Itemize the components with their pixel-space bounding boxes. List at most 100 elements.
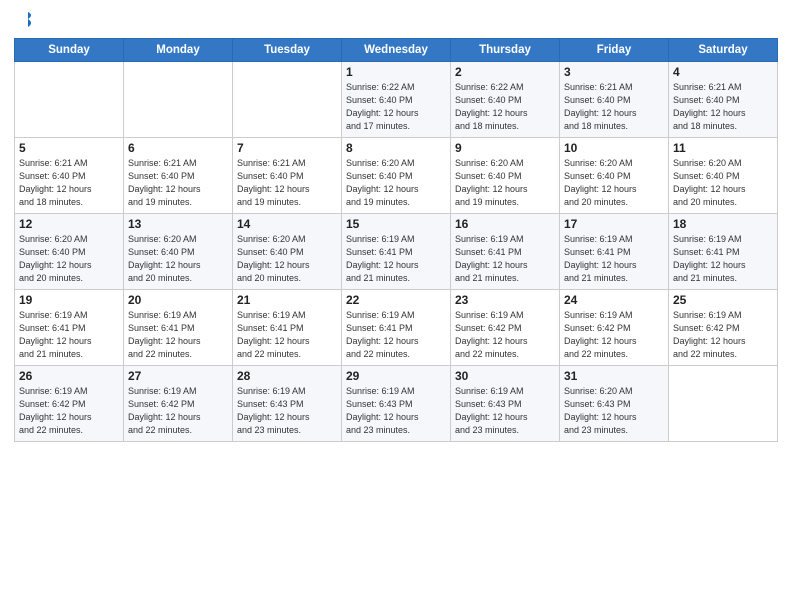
calendar-cell: 25 Sunrise: 6:19 AM Sunset: 6:42 PM Dayli… (669, 290, 778, 366)
weekday-header-tuesday: Tuesday (233, 39, 342, 62)
day-number: 21 (237, 293, 337, 307)
calendar-cell: 20Sunrise: 6:19 AM Sunset: 6:41 PM Dayli… (124, 290, 233, 366)
calendar-cell: 31 Sunrise: 6:20 AM Sunset: 6:43 PM Dayli… (560, 366, 669, 442)
logo-icon (16, 10, 38, 32)
day-info: Sunrise: 6:20 AM Sunset: 6:40 PM Dayligh… (19, 233, 119, 285)
day-info: Sunrise: 6:19 AM Sunset: 6:41 PM Dayligh… (19, 309, 119, 361)
day-number: 22 (346, 293, 446, 307)
calendar-cell: 12 Sunrise: 6:20 AM Sunset: 6:40 PM Dayli… (15, 214, 124, 290)
calendar-cell (15, 62, 124, 138)
day-info: Sunrise: 6:21 AM Sunset: 6:40 PM Dayligh… (564, 81, 664, 133)
day-number: 3 (564, 65, 664, 79)
day-number: 16 (455, 217, 555, 231)
day-info: Sunrise: 6:20 AM Sunset: 6:40 PM Dayligh… (564, 157, 664, 209)
calendar-cell: 14 Sunrise: 6:20 AM Sunset: 6:40 PM Dayli… (233, 214, 342, 290)
day-info: Sunrise: 6:22 AM Sunset: 6:40 PM Dayligh… (455, 81, 555, 133)
day-info: Sunrise: 6:19 AM Sunset: 6:43 PM Dayligh… (346, 385, 446, 437)
calendar-cell: 5 Sunrise: 6:21 AM Sunset: 6:40 PM Daylig… (15, 138, 124, 214)
calendar-cell: 7 Sunrise: 6:21 AM Sunset: 6:40 PM Daylig… (233, 138, 342, 214)
day-info: Sunrise: 6:19 AM Sunset: 6:41 PM Dayligh… (564, 233, 664, 285)
day-number: 9 (455, 141, 555, 155)
day-number: 18 (673, 217, 773, 231)
day-info: Sunrise: 6:21 AM Sunset: 6:40 PM Dayligh… (128, 157, 228, 209)
day-info: Sunrise: 6:20 AM Sunset: 6:40 PM Dayligh… (128, 233, 228, 285)
day-number: 29 (346, 369, 446, 383)
day-info: Sunrise: 6:19 AM Sunset: 6:41 PM Dayligh… (346, 309, 446, 361)
page-header (14, 10, 778, 30)
calendar-cell: 27Sunrise: 6:19 AM Sunset: 6:42 PM Dayli… (124, 366, 233, 442)
day-info: Sunrise: 6:19 AM Sunset: 6:43 PM Dayligh… (237, 385, 337, 437)
day-number: 26 (19, 369, 119, 383)
day-info: Sunrise: 6:19 AM Sunset: 6:41 PM Dayligh… (237, 309, 337, 361)
day-number: 14 (237, 217, 337, 231)
day-info: Sunrise: 6:21 AM Sunset: 6:40 PM Dayligh… (237, 157, 337, 209)
calendar-cell: 28 Sunrise: 6:19 AM Sunset: 6:43 PM Dayli… (233, 366, 342, 442)
calendar-week-row: 5 Sunrise: 6:21 AM Sunset: 6:40 PM Daylig… (15, 138, 778, 214)
calendar-cell (124, 62, 233, 138)
day-info: Sunrise: 6:19 AM Sunset: 6:41 PM Dayligh… (673, 233, 773, 285)
calendar-cell (669, 366, 778, 442)
calendar-cell: 15Sunrise: 6:19 AM Sunset: 6:41 PM Dayli… (342, 214, 451, 290)
calendar-cell: 17 Sunrise: 6:19 AM Sunset: 6:41 PM Dayli… (560, 214, 669, 290)
day-number: 23 (455, 293, 555, 307)
calendar-week-row: 19 Sunrise: 6:19 AM Sunset: 6:41 PM Dayli… (15, 290, 778, 366)
day-number: 31 (564, 369, 664, 383)
day-number: 28 (237, 369, 337, 383)
calendar-cell: 1 Sunrise: 6:22 AM Sunset: 6:40 PM Daylig… (342, 62, 451, 138)
calendar-cell: 11 Sunrise: 6:20 AM Sunset: 6:40 PM Dayli… (669, 138, 778, 214)
day-number: 5 (19, 141, 119, 155)
day-info: Sunrise: 6:20 AM Sunset: 6:40 PM Dayligh… (237, 233, 337, 285)
day-info: Sunrise: 6:21 AM Sunset: 6:40 PM Dayligh… (673, 81, 773, 133)
day-number: 20 (128, 293, 228, 307)
weekday-header-friday: Friday (560, 39, 669, 62)
calendar-cell: 22 Sunrise: 6:19 AM Sunset: 6:41 PM Dayli… (342, 290, 451, 366)
calendar-cell: 26 Sunrise: 6:19 AM Sunset: 6:42 PM Dayli… (15, 366, 124, 442)
day-number: 11 (673, 141, 773, 155)
day-number: 25 (673, 293, 773, 307)
day-info: Sunrise: 6:21 AM Sunset: 6:40 PM Dayligh… (19, 157, 119, 209)
weekday-header-thursday: Thursday (451, 39, 560, 62)
day-number: 6 (128, 141, 228, 155)
day-number: 1 (346, 65, 446, 79)
calendar-cell: 23 Sunrise: 6:19 AM Sunset: 6:42 PM Dayli… (451, 290, 560, 366)
day-info: Sunrise: 6:20 AM Sunset: 6:40 PM Dayligh… (673, 157, 773, 209)
day-info: Sunrise: 6:20 AM Sunset: 6:43 PM Dayligh… (564, 385, 664, 437)
calendar-table: SundayMondayTuesdayWednesdayThursdayFrid… (14, 38, 778, 442)
day-number: 19 (19, 293, 119, 307)
day-info: Sunrise: 6:19 AM Sunset: 6:42 PM Dayligh… (673, 309, 773, 361)
day-info: Sunrise: 6:19 AM Sunset: 6:42 PM Dayligh… (455, 309, 555, 361)
calendar-cell: 18 Sunrise: 6:19 AM Sunset: 6:41 PM Dayli… (669, 214, 778, 290)
day-number: 2 (455, 65, 555, 79)
calendar-cell: 29 Sunrise: 6:19 AM Sunset: 6:43 PM Dayli… (342, 366, 451, 442)
day-number: 4 (673, 65, 773, 79)
calendar-cell: 4 Sunrise: 6:21 AM Sunset: 6:40 PM Daylig… (669, 62, 778, 138)
day-number: 30 (455, 369, 555, 383)
day-number: 10 (564, 141, 664, 155)
day-number: 13 (128, 217, 228, 231)
day-info: Sunrise: 6:19 AM Sunset: 6:42 PM Dayligh… (19, 385, 119, 437)
day-number: 12 (19, 217, 119, 231)
day-number: 8 (346, 141, 446, 155)
calendar-cell: 30Sunrise: 6:19 AM Sunset: 6:43 PM Dayli… (451, 366, 560, 442)
day-info: Sunrise: 6:22 AM Sunset: 6:40 PM Dayligh… (346, 81, 446, 133)
day-number: 7 (237, 141, 337, 155)
calendar-cell: 8 Sunrise: 6:20 AM Sunset: 6:40 PM Daylig… (342, 138, 451, 214)
day-number: 27 (128, 369, 228, 383)
day-info: Sunrise: 6:20 AM Sunset: 6:40 PM Dayligh… (346, 157, 446, 209)
weekday-header-row: SundayMondayTuesdayWednesdayThursdayFrid… (15, 39, 778, 62)
calendar-cell: 9 Sunrise: 6:20 AM Sunset: 6:40 PM Daylig… (451, 138, 560, 214)
day-number: 17 (564, 217, 664, 231)
calendar-week-row: 1 Sunrise: 6:22 AM Sunset: 6:40 PM Daylig… (15, 62, 778, 138)
calendar-cell: 19 Sunrise: 6:19 AM Sunset: 6:41 PM Dayli… (15, 290, 124, 366)
calendar-cell: 10 Sunrise: 6:20 AM Sunset: 6:40 PM Dayli… (560, 138, 669, 214)
weekday-header-sunday: Sunday (15, 39, 124, 62)
calendar-week-row: 26 Sunrise: 6:19 AM Sunset: 6:42 PM Dayli… (15, 366, 778, 442)
day-info: Sunrise: 6:20 AM Sunset: 6:40 PM Dayligh… (455, 157, 555, 209)
calendar-cell: 24Sunrise: 6:19 AM Sunset: 6:42 PM Dayli… (560, 290, 669, 366)
day-number: 15 (346, 217, 446, 231)
calendar-cell: 13 Sunrise: 6:20 AM Sunset: 6:40 PM Dayli… (124, 214, 233, 290)
weekday-header-monday: Monday (124, 39, 233, 62)
calendar-cell: 6 Sunrise: 6:21 AM Sunset: 6:40 PM Daylig… (124, 138, 233, 214)
day-number: 24 (564, 293, 664, 307)
calendar-cell: 16Sunrise: 6:19 AM Sunset: 6:41 PM Dayli… (451, 214, 560, 290)
